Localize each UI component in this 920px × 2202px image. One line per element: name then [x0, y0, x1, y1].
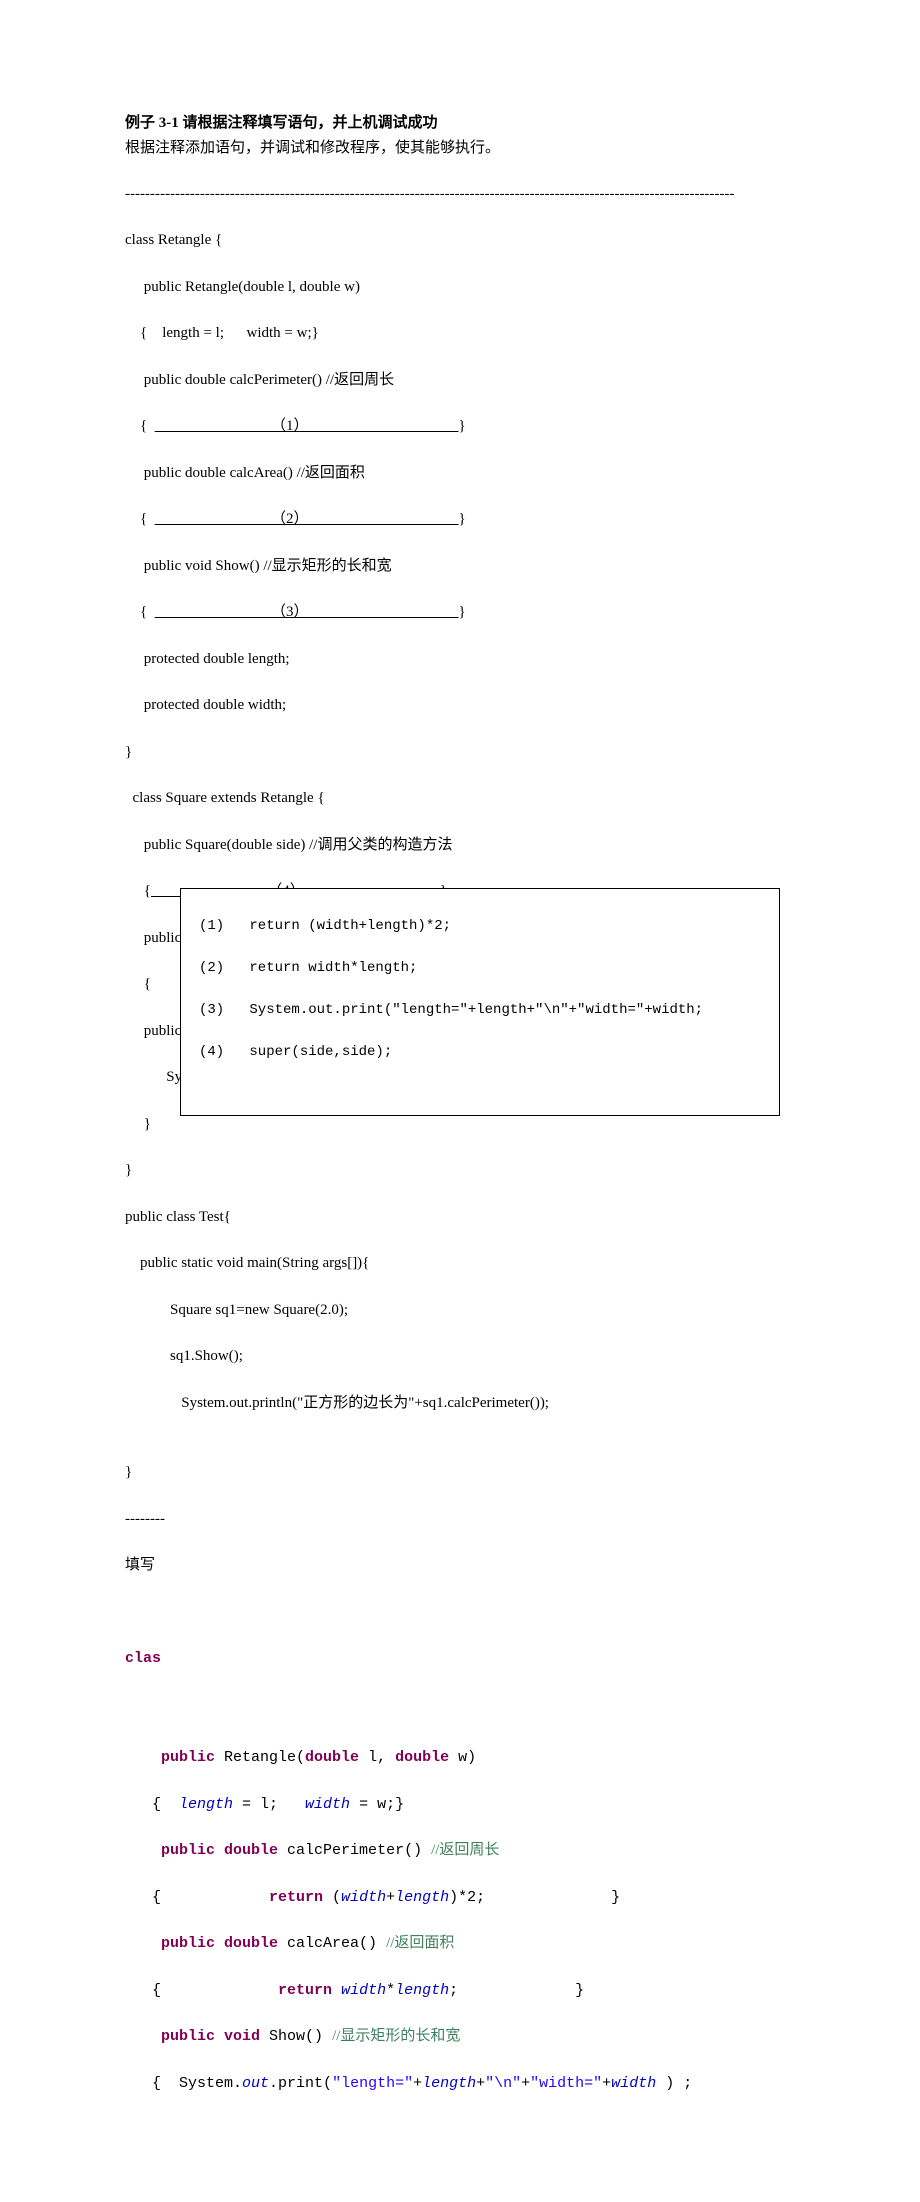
- code-line: sq1.Show();: [125, 1345, 795, 1368]
- answer-line: (2) return width*length;: [199, 958, 761, 979]
- code-line: public double calcPerimeter() //返回周长: [125, 1839, 795, 1862]
- blank-1: （1）: [155, 418, 459, 434]
- code-line: [125, 1601, 795, 1624]
- code-line: { return width*length; }: [125, 1979, 795, 2002]
- code-line: clas: [125, 1647, 795, 1670]
- code-line: class Retangle {: [125, 229, 795, 252]
- code-line: public double calcArea() //返回面积: [125, 462, 795, 485]
- code-line: }: [125, 741, 795, 764]
- code-line: public void Show() //显示矩形的长和宽: [125, 2025, 795, 2048]
- code-line: System.out.println("正方形的边长为"+sq1.calcPer…: [125, 1392, 795, 1415]
- blank-3: （3）: [155, 604, 459, 620]
- code-line: { （2） }: [125, 508, 795, 531]
- code-line: class Square extends Retangle {: [125, 787, 795, 810]
- blank-2: （2）: [155, 511, 459, 527]
- code-line: { （3） }: [125, 601, 795, 624]
- code-line: }: [125, 1461, 795, 1484]
- exercise-title: 例子 3-1 请根据注释填写语句，并上机调试成功: [125, 112, 795, 135]
- code-line: { （1） }: [125, 415, 795, 438]
- dash-divider: ----------------------------------------…: [125, 183, 795, 206]
- code-line: public double calcArea() //返回面积: [125, 1932, 795, 1955]
- code-line: { System.out.print("length="+length+"\n"…: [125, 2072, 795, 2095]
- code-line: { length = l; width = w;}: [125, 322, 795, 345]
- code-line: public void Show() //显示矩形的长和宽: [125, 555, 795, 578]
- code-line: public class Test{: [125, 1206, 795, 1229]
- code-line: public Square(double side) //调用父类的构造方法: [125, 834, 795, 857]
- exercise-subtitle: 根据注释添加语句，并调试和修改程序，使其能够执行。: [125, 137, 795, 160]
- answers-box: (1) return (width+length)*2; (2) return …: [180, 888, 780, 1116]
- code-line: public static void main(String args[]){: [125, 1252, 795, 1275]
- page: 例子 3-1 请根据注释填写语句，并上机调试成功 根据注释添加语句，并调试和修改…: [0, 0, 920, 2202]
- code-line: }: [125, 1159, 795, 1182]
- answer-line: (4) super(side,side);: [199, 1042, 761, 1063]
- code-line: public Retangle(double l, double w): [125, 276, 795, 299]
- code-line: protected double width;: [125, 694, 795, 717]
- code-line: { return (width+length)*2; }: [125, 1886, 795, 1909]
- answer-line: (1) return (width+length)*2;: [199, 916, 761, 937]
- code-line: { length = l; width = w;}: [125, 1793, 795, 1816]
- colored-code-block: public Retangle(double l, double w) { le…: [125, 1723, 795, 2142]
- code-line: --------: [125, 1508, 795, 1531]
- code-line: public Retangle(double l, double w): [125, 1746, 795, 1769]
- title-text: 例子 3-1 请根据注释填写语句，并上机调试成功: [125, 115, 438, 131]
- code-line: protected double length;: [125, 648, 795, 671]
- code-line: 填写: [125, 1554, 795, 1577]
- code-line: public double calcPerimeter() //返回周长: [125, 369, 795, 392]
- answer-line: (3) System.out.print("length="+length+"\…: [199, 1000, 761, 1021]
